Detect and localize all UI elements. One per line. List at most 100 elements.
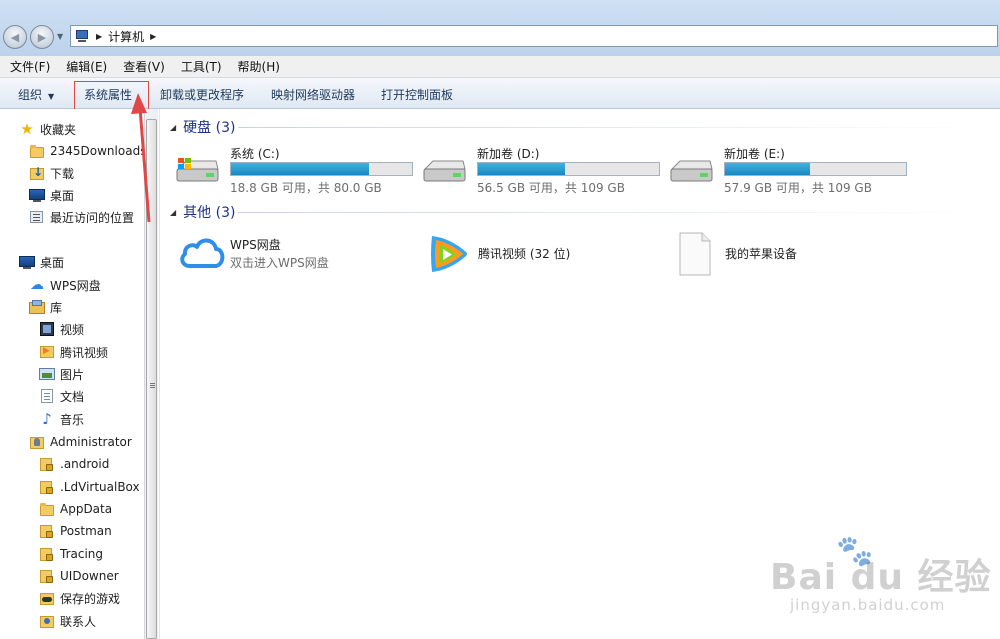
item-wps-cloud[interactable]: WPS网盘 双击进入WPS网盘	[178, 230, 398, 276]
nav-label: AppData	[60, 502, 113, 516]
nav-item-wps-cloud[interactable]: ☁ WPS网盘	[29, 275, 101, 295]
nav-item-saved-games[interactable]: 保存的游戏	[39, 588, 120, 608]
menu-view[interactable]: 查看(V)	[115, 58, 173, 75]
locked-folder-icon	[39, 568, 55, 584]
nav-label: 桌面	[50, 188, 75, 203]
address-bar[interactable]: ▶ 计算机 ▶	[70, 25, 998, 47]
nav-desktop[interactable]: 桌面	[19, 252, 64, 272]
item-name: 我的苹果设备	[725, 247, 798, 261]
nav-item-2345downloads[interactable]: 2345Downloads	[29, 141, 144, 161]
nav-item-downloads[interactable]: 下载	[29, 163, 74, 183]
chevron-down-icon: ▼	[48, 92, 55, 101]
nav-item-android[interactable]: .android	[39, 454, 109, 474]
nav-item-administrator[interactable]: Administrator	[29, 432, 132, 452]
organize-label: 组织	[18, 88, 43, 102]
history-dropdown-icon[interactable]: ▼	[57, 32, 63, 41]
drive-name: 系统 (C:)	[230, 147, 280, 161]
drive-free-space: 57.9 GB 可用，共 109 GB	[724, 181, 872, 195]
nav-label: 腾讯视频	[60, 345, 109, 360]
breadcrumb-computer[interactable]: 计算机	[108, 28, 144, 45]
nav-item-documents[interactable]: 文档	[39, 386, 84, 406]
nav-label: 库	[50, 300, 63, 315]
drive-usage-bar	[477, 162, 660, 176]
document-icon	[39, 388, 55, 404]
locked-folder-icon	[39, 456, 55, 472]
nav-item-contacts[interactable]: 联系人	[39, 611, 96, 631]
nav-label: 文档	[60, 389, 85, 404]
map-network-drive-button[interactable]: 映射网络驱动器	[271, 86, 355, 103]
nav-label: UIDowner	[60, 569, 119, 583]
group-divider	[238, 127, 978, 128]
locked-folder-icon	[39, 479, 55, 495]
open-control-panel-button[interactable]: 打开控制面板	[381, 86, 453, 103]
nav-item-pictures[interactable]: 图片	[39, 364, 84, 384]
nav-item-recent-places[interactable]: 最近访问的位置	[29, 207, 134, 227]
highlight-annotation-box	[74, 81, 149, 112]
forward-arrow-icon: ▶	[37, 30, 47, 44]
navigation-pane: ★ 收藏夹 2345Downloads 下载 桌面 最近访问的位置 桌面 ☁ WPS…	[0, 109, 144, 639]
grip-icon	[150, 383, 155, 384]
nav-item-ldvirtualbox[interactable]: .LdVirtualBox	[39, 477, 140, 497]
drive-free-space: 18.8 GB 可用，共 80.0 GB	[230, 181, 382, 195]
item-tencent-video[interactable]: 腾讯视频 (32 位)	[426, 230, 646, 276]
nav-item-tracing[interactable]: Tracing	[39, 544, 103, 564]
breadcrumb-chevron-icon[interactable]: ▶	[150, 32, 156, 41]
uninstall-program-button[interactable]: 卸载或更改程序	[160, 86, 244, 103]
paw-icon: 🐾	[836, 534, 874, 569]
nav-label: Tracing	[60, 547, 104, 561]
forward-button[interactable]: ▶	[30, 25, 54, 49]
nav-item-music[interactable]: ♪ 音乐	[39, 409, 84, 429]
nav-scrollbar-thumb[interactable]	[146, 119, 157, 639]
tencent-video-icon	[431, 236, 467, 272]
star-icon: ★	[20, 120, 34, 138]
nav-label: .LdVirtualBox	[60, 480, 140, 494]
nav-label: Postman	[60, 524, 112, 538]
nav-item-library[interactable]: 库	[29, 297, 62, 317]
nav-item-appdata[interactable]: AppData	[39, 499, 112, 519]
nav-item-postman[interactable]: Postman	[39, 521, 112, 541]
menu-edit[interactable]: 编辑(E)	[58, 58, 115, 75]
back-button[interactable]: ◀	[3, 25, 27, 49]
computer-icon	[74, 30, 90, 42]
desktop-icon	[29, 187, 45, 203]
menu-help[interactable]: 帮助(H)	[230, 58, 288, 75]
drive-d[interactable]: 新加卷 (D:) 56.5 GB 可用，共 109 GB	[421, 145, 661, 195]
organize-button[interactable]: 组织 ▼	[18, 86, 54, 103]
menu-tools[interactable]: 工具(T)	[173, 58, 230, 75]
nav-item-videos[interactable]: 视频	[39, 319, 84, 339]
item-apple-devices[interactable]: 我的苹果设备	[673, 230, 893, 276]
group-header-hdd[interactable]: ◢ 硬盘 (3)	[170, 116, 235, 138]
hard-drive-icon	[423, 160, 466, 182]
collapse-triangle-icon[interactable]: ◢	[170, 123, 176, 132]
video-icon	[39, 321, 55, 337]
breadcrumb-chevron-icon[interactable]: ▶	[96, 32, 102, 41]
blank-file-icon	[679, 232, 711, 276]
collapse-triangle-icon[interactable]: ◢	[170, 208, 176, 217]
locked-folder-icon	[39, 523, 55, 539]
baidu-watermark: Bai du 经验 🐾 jingyan.baidu.com	[770, 534, 991, 618]
folder-icon	[29, 143, 45, 159]
nav-label: WPS网盘	[50, 278, 101, 293]
nav-scrollbar[interactable]	[144, 109, 158, 639]
pane-divider[interactable]	[159, 109, 160, 639]
drive-c[interactable]: 系统 (C:) 18.8 GB 可用，共 80.0 GB	[174, 145, 414, 195]
group-title: 硬盘 (3)	[183, 120, 236, 136]
nav-label: 收藏夹	[40, 122, 77, 137]
folder-icon	[39, 501, 55, 517]
back-arrow-icon: ◀	[10, 30, 20, 44]
nav-label: 最近访问的位置	[50, 210, 135, 225]
library-icon	[29, 299, 45, 315]
item-name: 腾讯视频 (32 位)	[478, 247, 571, 261]
drive-name: 新加卷 (E:)	[724, 147, 785, 161]
nav-favorites[interactable]: ★ 收藏夹	[19, 119, 76, 139]
nav-item-uidowner[interactable]: UIDowner	[39, 566, 119, 586]
drive-usage-fill	[478, 163, 566, 175]
nav-item-desktop-fav[interactable]: 桌面	[29, 185, 74, 205]
drive-usage-fill	[231, 163, 370, 175]
group-title: 其他 (3)	[183, 205, 236, 221]
group-header-other[interactable]: ◢ 其他 (3)	[170, 201, 235, 223]
nav-item-tencent-video[interactable]: 腾讯视频	[39, 342, 108, 362]
drive-usage-bar	[230, 162, 413, 176]
drive-e[interactable]: 新加卷 (E:) 57.9 GB 可用，共 109 GB	[668, 145, 908, 195]
menu-file[interactable]: 文件(F)	[0, 58, 58, 75]
